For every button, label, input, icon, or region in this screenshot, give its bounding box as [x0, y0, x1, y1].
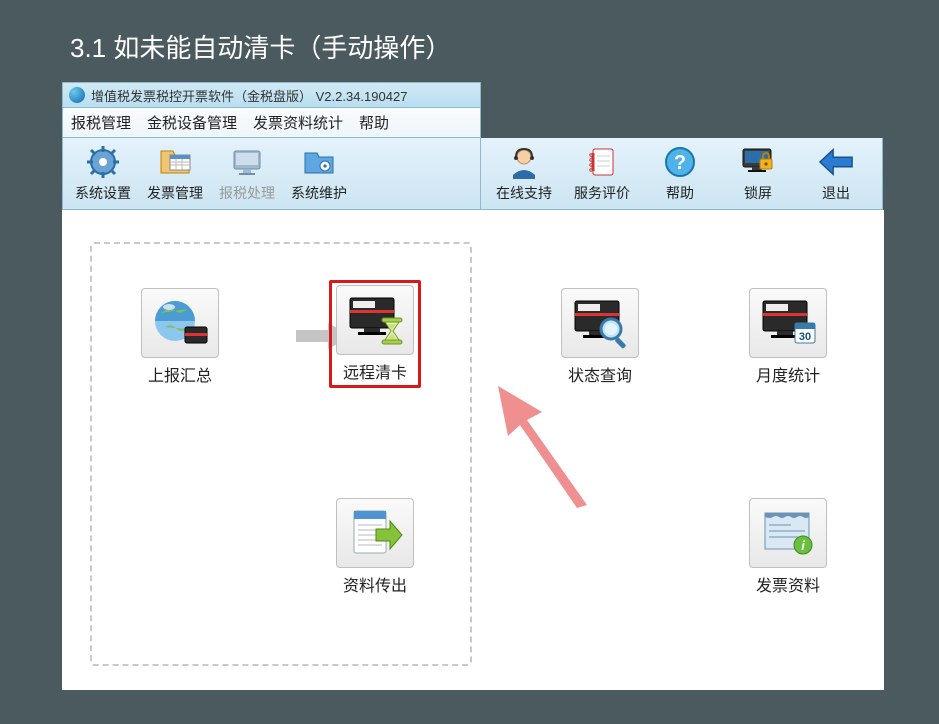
- online-support-button[interactable]: 在线支持: [485, 141, 563, 207]
- menu-help[interactable]: 帮助: [359, 112, 389, 133]
- tile-label: 远程清卡: [334, 359, 416, 383]
- remote-clear-tile[interactable]: 远程清卡: [329, 280, 421, 388]
- globe-card-icon: [151, 297, 209, 349]
- annotation-arrow-icon: [492, 380, 602, 510]
- notebook-icon: [584, 144, 620, 180]
- app-window: 增值税发票税控开票软件（金税盘版） V2.2.34.190427 报税管理 金税…: [62, 82, 884, 210]
- data-export-tile[interactable]: 资料传出: [329, 498, 421, 596]
- menu-bar: 报税管理 金税设备管理 发票资料统计 帮助: [62, 108, 481, 138]
- tax-report-button[interactable]: 报税处理: [211, 141, 283, 207]
- doc-export-icon: [346, 507, 404, 559]
- report-summary-tile[interactable]: 上报汇总: [134, 288, 226, 386]
- tile-label: 状态查询: [554, 362, 646, 386]
- tile-box: [336, 498, 414, 568]
- toolbar-label: 系统维护: [291, 183, 347, 203]
- folder-gear-icon: [301, 144, 337, 180]
- tile-label: 发票资料: [742, 572, 834, 596]
- app-icon: [69, 87, 85, 103]
- monitor-magnify-icon: [571, 297, 629, 349]
- title-bar-inner: 增值税发票税控开票软件（金税盘版） V2.2.34.190427: [62, 82, 481, 108]
- help-button[interactable]: ? 帮助: [641, 141, 719, 207]
- toolbar-label: 服务评价: [574, 183, 630, 203]
- receipt-info-icon: i: [759, 507, 817, 559]
- lock-screen-button[interactable]: 锁屏: [719, 141, 797, 207]
- tile-label: 上报汇总: [134, 362, 226, 386]
- monitor-icon: [229, 144, 265, 180]
- toolbar-label: 锁屏: [744, 183, 772, 203]
- content-area: 上报汇总: [62, 210, 884, 690]
- help-icon: ?: [662, 144, 698, 180]
- toolbar-label: 发票管理: [147, 183, 203, 203]
- menu-tax-manage[interactable]: 报税管理: [71, 112, 131, 133]
- person-headset-icon: [506, 144, 542, 180]
- toolbar-label: 退出: [822, 183, 850, 203]
- status-query-tile[interactable]: 状态查询: [554, 288, 646, 386]
- monitor-hourglass-icon: [346, 294, 404, 346]
- highlight-box: 远程清卡: [329, 280, 421, 388]
- tile-label: 资料传出: [329, 572, 421, 596]
- menu-device-manage[interactable]: 金税设备管理: [147, 112, 237, 133]
- window-title: 增值税发票税控开票软件（金税盘版） V2.2.34.190427: [91, 86, 407, 105]
- title-bar: 增值税发票税控开票软件（金税盘版） V2.2.34.190427: [62, 82, 481, 108]
- toolbar-row: 系统设置 发票管理: [62, 138, 883, 210]
- slide-heading: 3.1 如未能自动清卡（手动操作）: [0, 0, 939, 81]
- system-maint-button[interactable]: 系统维护: [283, 141, 355, 207]
- svg-text:?: ?: [674, 152, 686, 174]
- service-rating-button[interactable]: 服务评价: [563, 141, 641, 207]
- tile-box: i: [749, 498, 827, 568]
- folder-calendar-icon: [157, 144, 193, 180]
- tile-box: [561, 288, 639, 358]
- toolbar-label: 在线支持: [496, 183, 552, 203]
- toolbar-right: 在线支持 服务评价 ?: [481, 138, 883, 210]
- toolbar-left: 系统设置 发票管理: [62, 138, 481, 210]
- tile-box: 30: [749, 288, 827, 358]
- monitor-lock-icon: [740, 144, 776, 180]
- invoice-data-tile[interactable]: i 发票资料: [742, 498, 834, 596]
- gear-icon: [85, 144, 121, 180]
- tile-box: [336, 285, 414, 355]
- monthly-stats-tile[interactable]: 30 月度统计: [742, 288, 834, 386]
- system-settings-button[interactable]: 系统设置: [67, 141, 139, 207]
- toolbar-label: 帮助: [666, 183, 694, 203]
- svg-text:i: i: [801, 538, 805, 553]
- invoice-manage-button[interactable]: 发票管理: [139, 141, 211, 207]
- arrow-left-icon: [818, 144, 854, 180]
- monitor-day-icon: 30: [759, 297, 817, 349]
- svg-text:30: 30: [799, 331, 811, 343]
- toolbar-label: 系统设置: [75, 183, 131, 203]
- menu-invoice-stats[interactable]: 发票资料统计: [253, 112, 343, 133]
- exit-button[interactable]: 退出: [797, 141, 875, 207]
- toolbar-label: 报税处理: [219, 183, 275, 203]
- tile-box: [141, 288, 219, 358]
- tile-label: 月度统计: [742, 362, 834, 386]
